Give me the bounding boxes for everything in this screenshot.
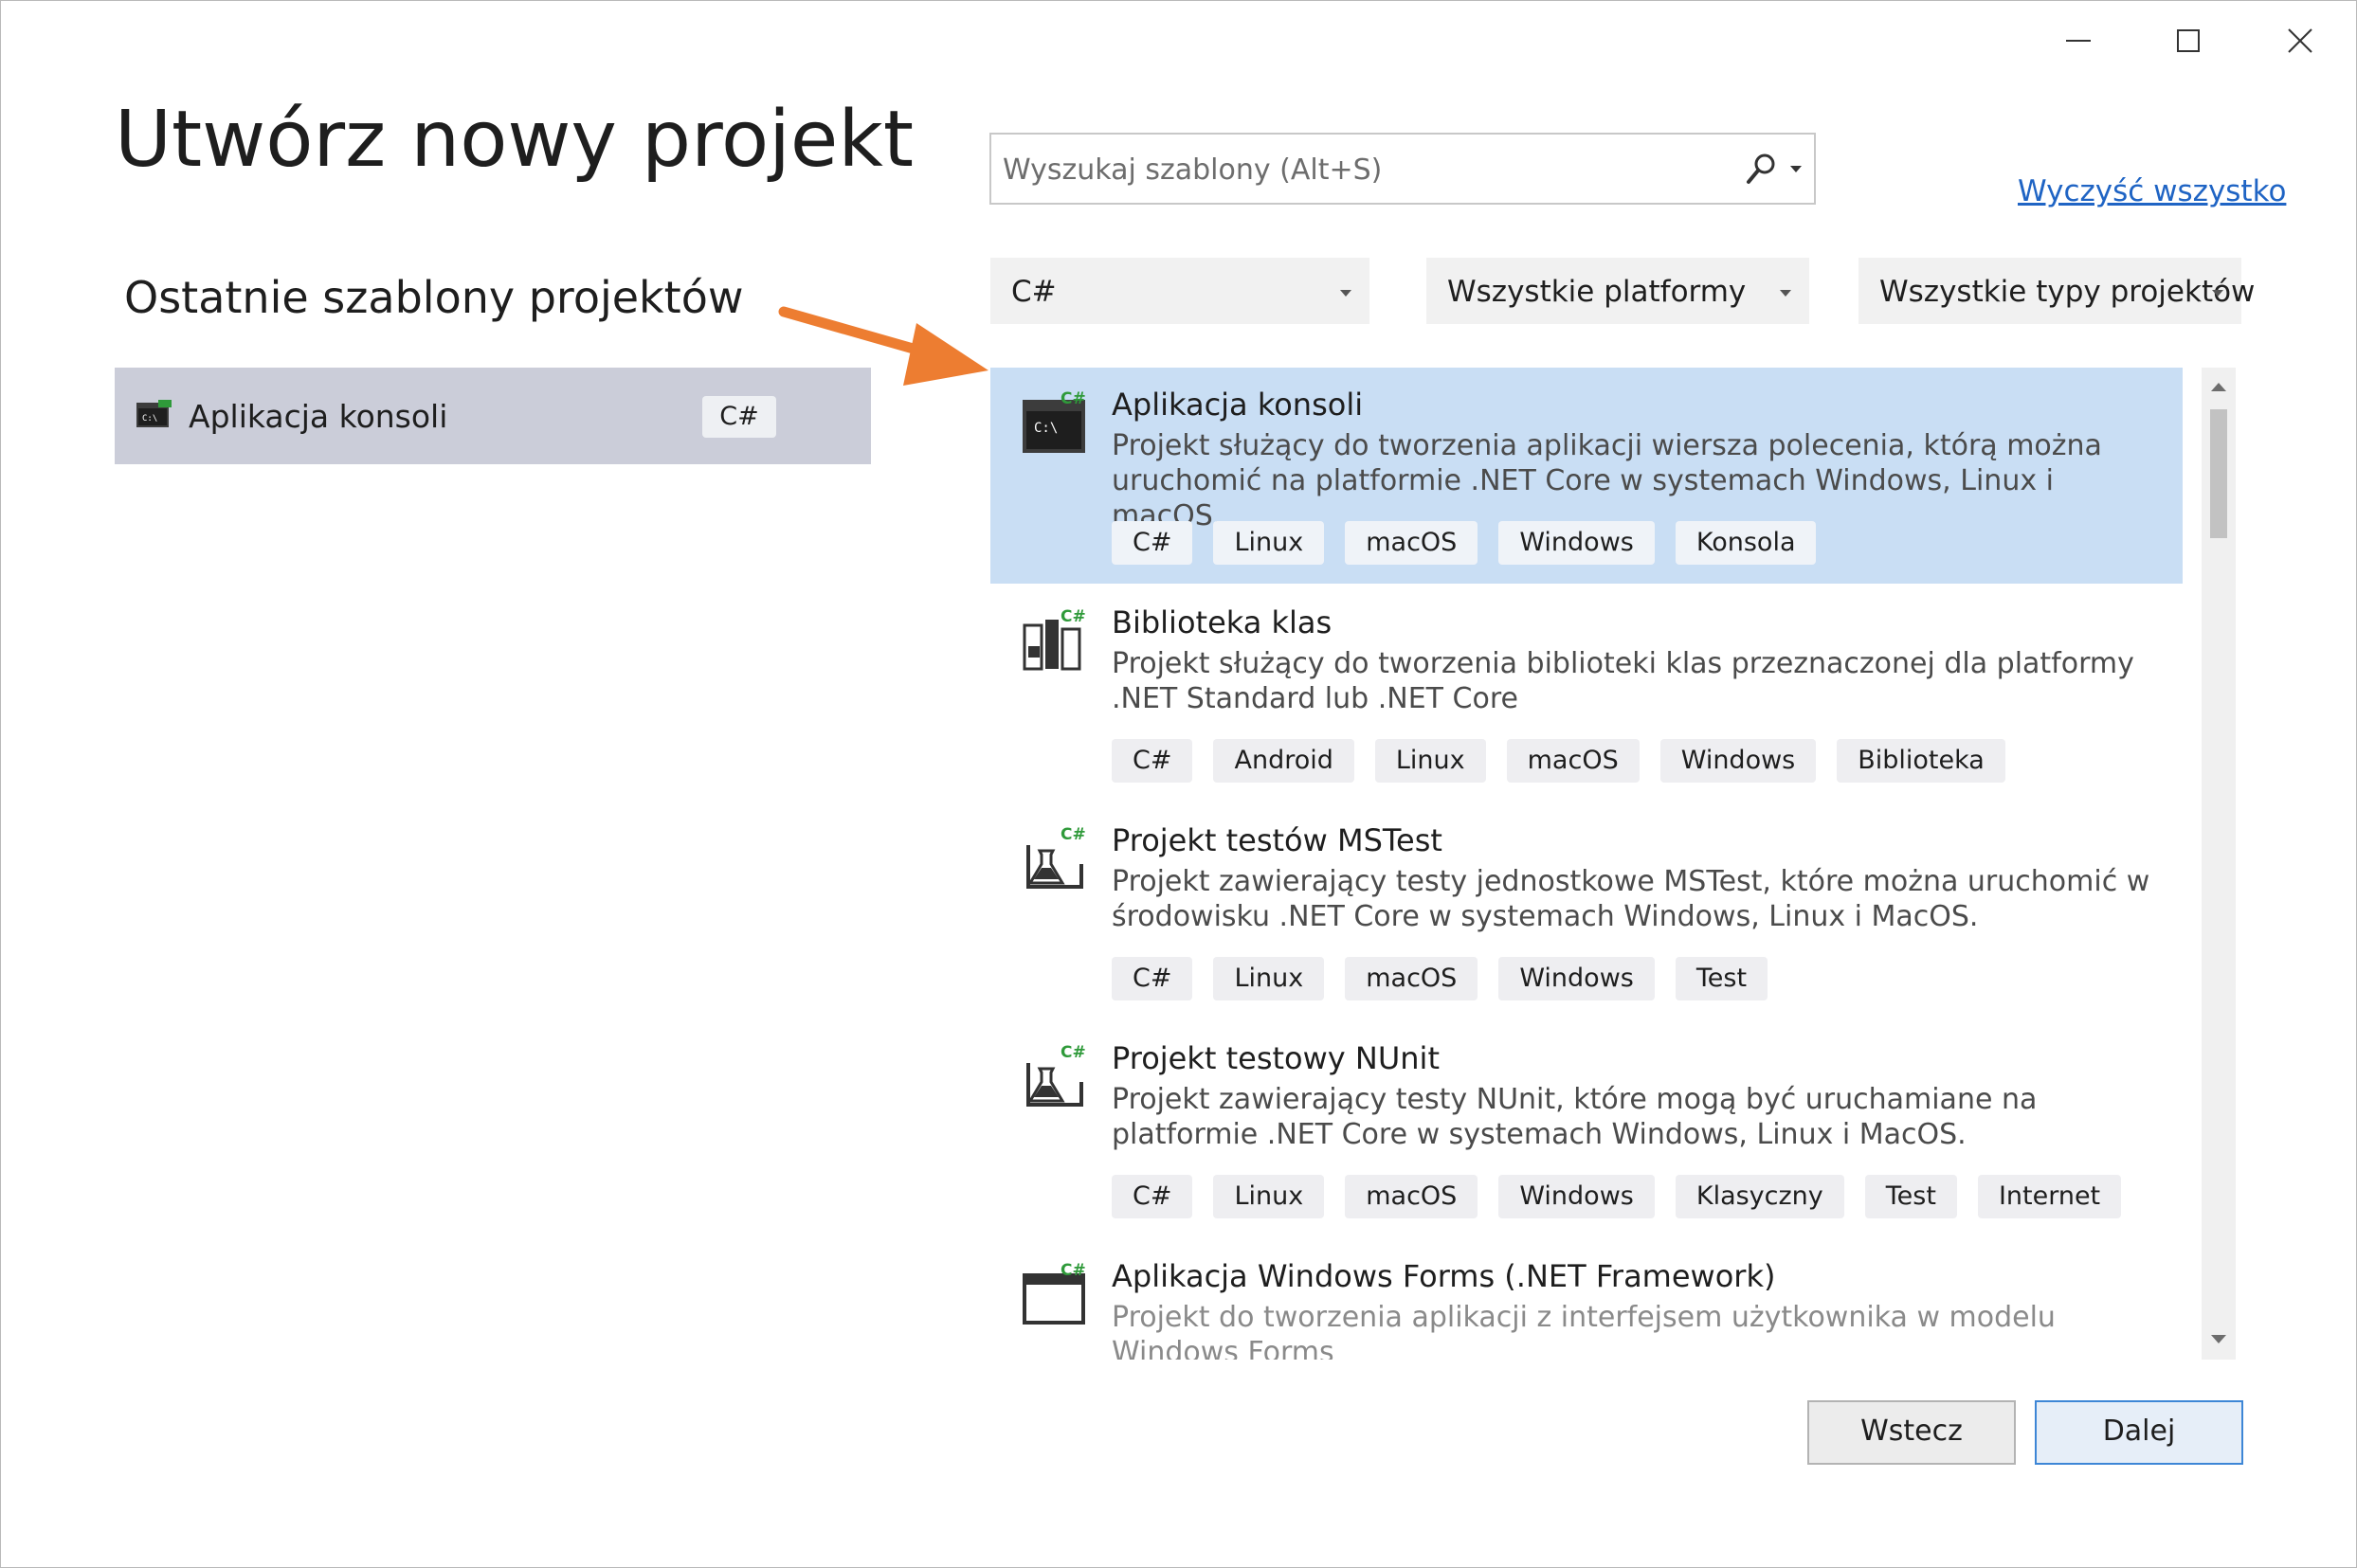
back-button[interactable]: Wstecz xyxy=(1807,1400,2016,1465)
close-icon xyxy=(2288,28,2312,53)
template-list[interactable]: C:\ C# Aplikacja konsoli Projekt służący… xyxy=(990,368,2183,1360)
template-tags: C# Android Linux macOS Windows Bibliotek… xyxy=(1112,739,2005,783)
console-app-icon: C:\ C# xyxy=(1023,390,1086,453)
tag: macOS xyxy=(1345,1175,1478,1218)
search-placeholder: Wyszukaj szablony (Alt+S) xyxy=(1003,153,1383,187)
next-button[interactable]: Dalej xyxy=(2035,1400,2243,1465)
tag: Windows xyxy=(1659,739,1817,783)
maximize-button[interactable] xyxy=(2150,18,2226,63)
tag: Linux xyxy=(1374,739,1486,783)
tag: C# xyxy=(1112,1175,1193,1218)
template-description: Projekt służący do tworzenia aplikacji w… xyxy=(1112,429,2102,532)
template-tags: C# Linux macOS Windows Test xyxy=(1112,957,1768,1000)
maximize-icon xyxy=(2177,29,2200,52)
tag: Android xyxy=(1213,739,1354,783)
template-item-windows-forms[interactable]: C# Aplikacja Windows Forms (.NET Framewo… xyxy=(990,1239,2183,1360)
tag: Windows xyxy=(1498,957,1655,1000)
class-library-icon: C# xyxy=(1023,608,1086,671)
template-description: Projekt zawierający testy NUnit, które m… xyxy=(1112,1083,2038,1151)
recent-template-label: Aplikacja konsoli xyxy=(189,398,448,435)
tag: Konsola xyxy=(1675,521,1817,565)
template-name: Projekt testów MSTest xyxy=(1112,822,1442,858)
tag: Biblioteka xyxy=(1837,739,2005,783)
template-tags: C# Linux macOS Windows Konsola xyxy=(1112,521,1817,565)
page-title: Utwórz nowy projekt xyxy=(115,95,915,185)
template-name: Aplikacja konsoli xyxy=(1112,387,1364,423)
create-project-dialog: Utwórz nowy projekt Ostatnie szablony pr… xyxy=(0,0,2357,1568)
svg-text:C#: C# xyxy=(1061,390,1086,408)
project-type-filter-dropdown[interactable]: Wszystkie typy projektów xyxy=(1858,258,2255,324)
tag: Linux xyxy=(1213,521,1325,565)
chevron-down-icon xyxy=(1340,290,1351,297)
test-project-icon: C# xyxy=(1026,826,1086,889)
template-description: Projekt do tworzenia aplikacji z interfe… xyxy=(1112,1301,2056,1360)
template-list-scrollbar[interactable] xyxy=(2202,368,2236,1360)
chevron-down-icon xyxy=(1780,290,1791,297)
svg-text:C#: C# xyxy=(1061,1262,1086,1280)
close-button[interactable] xyxy=(2262,18,2338,63)
svg-text:C#: C# xyxy=(1061,826,1086,844)
tag: Test xyxy=(1675,957,1768,1000)
template-tags: C# Linux macOS Windows Klasyczny Test In… xyxy=(1112,1175,2122,1218)
language-badge: C# xyxy=(702,396,776,438)
tag: Linux xyxy=(1213,957,1325,1000)
chevron-down-icon xyxy=(1790,166,1802,172)
template-description: Projekt służący do tworzenia biblioteki … xyxy=(1112,647,2134,715)
windows-forms-icon: C# xyxy=(1023,1262,1086,1325)
tag: Klasyczny xyxy=(1675,1175,1844,1218)
language-filter-value: C# xyxy=(1011,275,1057,309)
tag: Linux xyxy=(1213,1175,1325,1218)
scroll-up-icon[interactable] xyxy=(2210,381,2227,392)
svg-text:C:\: C:\ xyxy=(1034,421,1058,436)
search-icon xyxy=(1747,153,1775,184)
platform-filter-value: Wszystkie platformy xyxy=(1447,275,1747,309)
clear-all-link[interactable]: Wyczyść wszystko xyxy=(2018,174,2286,208)
tag: C# xyxy=(1112,739,1193,783)
language-filter-dropdown[interactable]: C# xyxy=(990,258,1369,324)
template-name: Projekt testowy NUnit xyxy=(1112,1040,1440,1076)
test-project-icon: C# xyxy=(1026,1044,1086,1107)
tag: C# xyxy=(1112,957,1193,1000)
svg-text:C:\: C:\ xyxy=(142,414,157,424)
template-description: Projekt zawierający testy jednostkowe MS… xyxy=(1112,865,2150,933)
svg-text:C#: C# xyxy=(1061,1044,1086,1062)
search-input[interactable]: Wyszukaj szablony (Alt+S) xyxy=(989,133,1816,205)
tag: macOS xyxy=(1345,521,1478,565)
scroll-down-icon[interactable] xyxy=(2210,1334,2227,1345)
template-item-nunit[interactable]: C# Projekt testowy NUnit Projekt zawiera… xyxy=(990,1021,2183,1237)
chevron-down-icon xyxy=(2212,290,2223,297)
recent-template-item[interactable]: C:\ Aplikacja konsoli C# xyxy=(115,368,871,464)
minimize-icon xyxy=(2066,40,2091,42)
tag: Windows xyxy=(1498,521,1655,565)
minimize-button[interactable] xyxy=(2040,18,2116,63)
orange-arrow-annotation xyxy=(778,306,988,386)
platform-filter-dropdown[interactable]: Wszystkie platformy xyxy=(1426,258,1809,324)
project-type-filter-value: Wszystkie typy projektów xyxy=(1879,275,2256,309)
template-item-mstest[interactable]: C# Projekt testów MSTest Projekt zawiera… xyxy=(990,803,2183,1019)
svg-text:C#: C# xyxy=(1061,608,1086,626)
template-name: Biblioteka klas xyxy=(1112,604,1333,640)
tag: Windows xyxy=(1498,1175,1655,1218)
template-item-class-library[interactable]: C# Biblioteka klas Projekt służący do tw… xyxy=(990,586,2183,802)
template-item-console-app[interactable]: C:\ C# Aplikacja konsoli Projekt służący… xyxy=(990,368,2183,584)
tag: macOS xyxy=(1506,739,1640,783)
template-name: Aplikacja Windows Forms (.NET Framework) xyxy=(1112,1258,1776,1294)
tag: macOS xyxy=(1345,957,1478,1000)
console-app-icon: C:\ xyxy=(136,400,172,427)
recent-templates-heading: Ostatnie szablony projektów xyxy=(124,272,744,323)
tag: Test xyxy=(1864,1175,1957,1218)
tag: C# xyxy=(1112,521,1193,565)
scrollbar-thumb[interactable] xyxy=(2210,409,2227,538)
tag: Internet xyxy=(1977,1175,2122,1218)
